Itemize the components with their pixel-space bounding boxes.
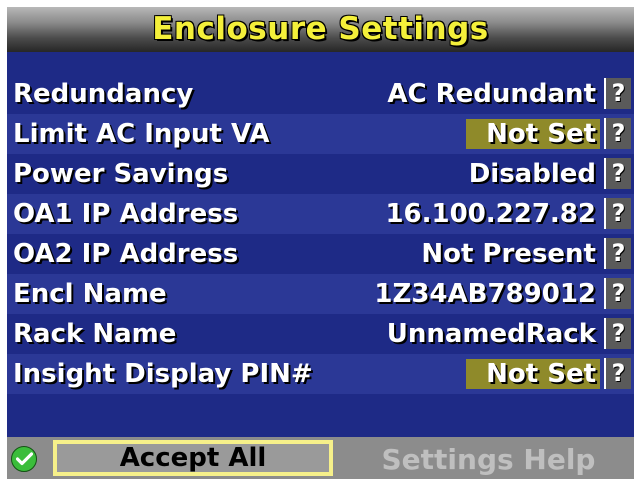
help-button[interactable]: ? — [604, 358, 631, 389]
setting-row-redundancy[interactable]: Redundancy AC Redundant ? — [7, 74, 634, 114]
setting-label: Redundancy — [13, 79, 194, 109]
setting-row-oa2-ip-address[interactable]: OA2 IP Address Not Present ? — [7, 234, 634, 274]
setting-label: OA1 IP Address — [13, 199, 239, 229]
setting-value[interactable]: Not Set — [466, 119, 600, 149]
setting-row-encl-name[interactable]: Encl Name 1Z34AB789012 ? — [7, 274, 634, 314]
setting-row-power-savings[interactable]: Power Savings Disabled ? — [7, 154, 634, 194]
settings-help-button[interactable]: Settings Help — [343, 440, 634, 479]
help-button[interactable]: ? — [604, 118, 631, 149]
setting-value[interactable]: Disabled — [465, 159, 600, 189]
setting-row-insight-display-pin[interactable]: Insight Display PIN# Not Set ? — [7, 354, 634, 394]
page-title: Enclosure Settings — [152, 11, 489, 47]
setting-value[interactable]: AC Redundant — [383, 79, 600, 109]
setting-value[interactable]: Not Present — [417, 239, 600, 269]
accept-all-button[interactable]: Accept All — [53, 440, 333, 476]
accept-all-label: Accept All — [57, 444, 329, 472]
insight-display-screen: Enclosure Settings Redundancy AC Redunda… — [7, 7, 634, 479]
setting-row-oa1-ip-address[interactable]: OA1 IP Address 16.100.227.82 ? — [7, 194, 634, 234]
setting-value[interactable]: 16.100.227.82 — [381, 199, 600, 229]
setting-row-rack-name[interactable]: Rack Name UnnamedRack ? — [7, 314, 634, 354]
setting-value[interactable]: UnnamedRack — [383, 319, 600, 349]
setting-value[interactable]: Not Set — [466, 359, 600, 389]
bottom-bar: Accept All Settings Help — [7, 437, 634, 479]
help-button[interactable]: ? — [604, 238, 631, 269]
setting-label: Rack Name — [13, 319, 177, 349]
setting-label: OA2 IP Address — [13, 239, 239, 269]
title-bar: Enclosure Settings — [7, 7, 634, 52]
setting-label: Limit AC Input VA — [13, 119, 270, 149]
help-button[interactable]: ? — [604, 198, 631, 229]
setting-row-limit-ac-input-va[interactable]: Limit AC Input VA Not Set ? — [7, 114, 634, 154]
setting-label: Encl Name — [13, 279, 167, 309]
help-button[interactable]: ? — [604, 318, 631, 349]
settings-list: Redundancy AC Redundant ? Limit AC Input… — [7, 74, 634, 394]
setting-label: Power Savings — [13, 159, 229, 189]
setting-label: Insight Display PIN# — [13, 359, 313, 389]
help-button[interactable]: ? — [604, 78, 631, 109]
setting-value[interactable]: 1Z34AB789012 — [370, 279, 600, 309]
help-button[interactable]: ? — [604, 158, 631, 189]
check-circle-icon — [11, 446, 37, 472]
help-button[interactable]: ? — [604, 278, 631, 309]
